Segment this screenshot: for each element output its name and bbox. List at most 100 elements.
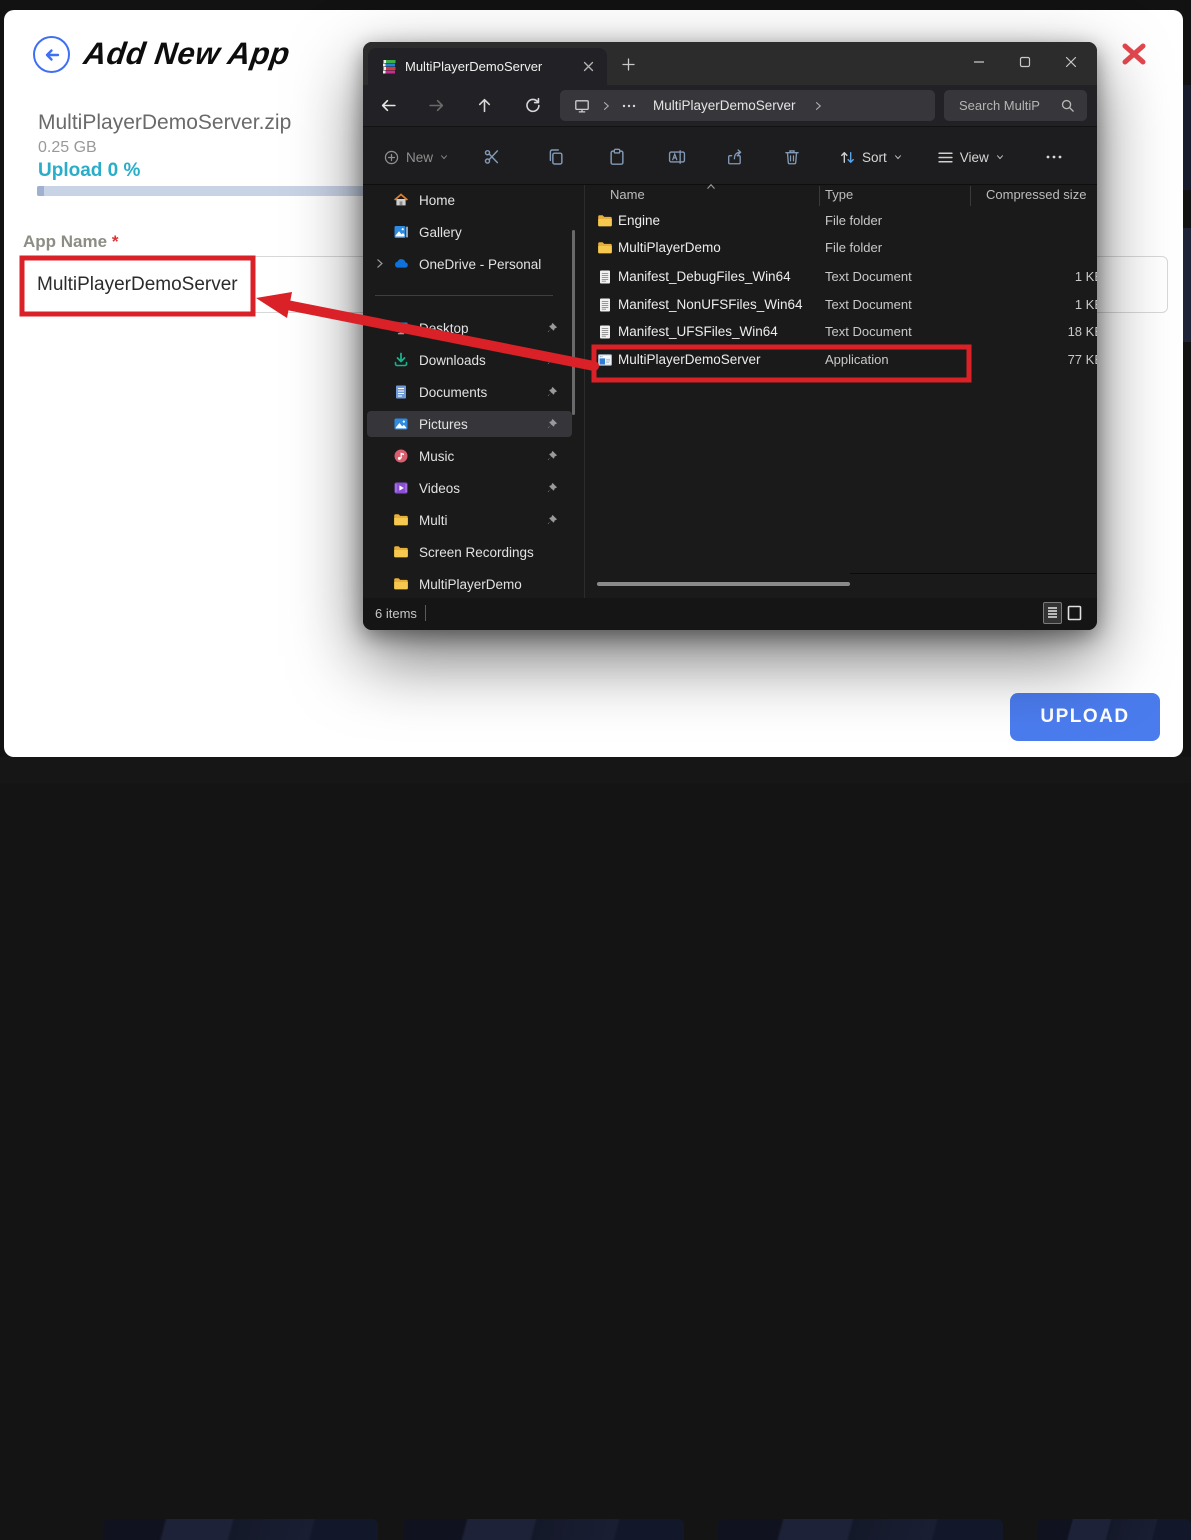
background-block [1183,85,1191,190]
nav-forward-icon[interactable] [428,97,445,114]
explorer-titlebar[interactable]: MultiPlayerDemoServer [363,42,1097,85]
sidebar-scrollbar[interactable] [572,230,575,415]
cut-button[interactable] [475,141,509,173]
more-options-button[interactable] [1037,141,1071,173]
sidebar-item-music[interactable]: Music [367,443,572,469]
downloads-icon [393,352,409,368]
onedrive-icon [393,256,409,272]
chevron-down-icon [893,152,903,162]
sidebar-item-multiplayerdemo[interactable]: MultiPlayerDemo [367,571,572,597]
column-divider[interactable] [819,186,820,206]
paste-button[interactable] [600,141,634,173]
status-divider [425,605,426,621]
sort-ascending-caret-icon [704,181,718,191]
refresh-icon[interactable] [524,97,541,114]
sidebar-item-documents[interactable]: Documents [367,379,572,405]
folder-icon [393,576,409,592]
view-icon [937,149,954,166]
horizontal-scrollbar[interactable] [597,582,850,586]
text-document-icon [597,269,613,285]
text-document-icon [597,297,613,313]
minimize-icon[interactable] [971,54,987,70]
nav-up-icon[interactable] [476,97,493,114]
explorer-tab[interactable]: MultiPlayerDemoServer [368,48,607,85]
upload-file-size: 0.25 GB [38,139,97,157]
music-icon [393,448,409,464]
new-button[interactable]: New [375,141,457,173]
gallery-icon [393,224,409,240]
pin-icon [546,514,558,526]
sidebar-item-screen-recordings[interactable]: Screen Recordings [367,539,572,565]
status-item-count: 6 items [375,606,417,621]
archive-app-icon [381,59,397,75]
back-button[interactable] [33,36,70,73]
sidebar-item-videos[interactable]: Videos [367,475,572,501]
file-row-manifest-debugfiles[interactable]: Manifest_DebugFiles_Win64 Text Document … [585,263,1097,291]
icons-view-button[interactable] [1065,602,1084,624]
thumbnail-view-icon [1065,602,1084,624]
this-pc-icon[interactable] [574,98,590,114]
file-row-engine[interactable]: Engine File folder [585,207,1097,235]
page-background-right [1183,0,1191,783]
text-document-icon [597,324,613,340]
breadcrumb-segment[interactable]: MultiPlayerDemoServer [653,98,796,113]
required-asterisk: * [112,232,119,251]
sidebar-item-downloads[interactable]: Downloads [367,347,572,373]
details-view-button[interactable] [1043,602,1062,624]
folder-icon [393,544,409,560]
desktop-icon [393,320,409,336]
column-header-name[interactable]: Name [610,187,645,202]
chevron-down-icon [995,152,1005,162]
sort-button[interactable]: Sort [831,141,911,173]
column-header-type[interactable]: Type [825,187,853,202]
sidebar-item-gallery[interactable]: Gallery [367,219,572,245]
upload-progress-fill [37,186,44,196]
rename-button[interactable] [660,141,694,173]
breadcrumb-ellipsis-icon[interactable] [621,100,637,112]
column-header-size[interactable]: Compressed size [986,187,1086,202]
breadcrumb-chevron-icon[interactable] [812,100,824,112]
sidebar-item-onedrive[interactable]: OneDrive - Personal [367,251,572,277]
pictures-icon [393,416,409,432]
tab-close-icon[interactable] [583,61,594,72]
new-tab-icon[interactable] [622,58,635,71]
view-button[interactable]: View [929,141,1013,173]
sidebar-item-desktop[interactable]: Desktop [367,315,572,341]
sort-icon [839,149,856,166]
breadcrumb-bar[interactable]: MultiPlayerDemoServer [560,90,935,121]
delete-button[interactable] [775,141,809,173]
file-row-multiplayerdemoserver-exe[interactable]: MultiPlayerDemoServer Application 77 KB [585,346,1097,374]
copy-button[interactable] [539,141,573,173]
search-icon[interactable] [1060,98,1075,113]
pin-icon [546,418,558,430]
new-plus-icon [383,149,400,166]
chevron-down-icon [439,152,449,162]
back-arrow-icon [42,45,62,65]
sidebar-item-multi[interactable]: Multi [367,507,572,533]
window-close-icon[interactable] [1063,54,1079,70]
nav-back-icon[interactable] [380,97,397,114]
file-row-multiplayerdemo[interactable]: MultiPlayerDemo File folder [585,234,1097,262]
file-row-manifest-ufsfiles[interactable]: Manifest_UFSFiles_Win64 Text Document 18… [585,318,1097,346]
rename-icon [668,148,686,166]
sidebar-item-home[interactable]: Home [367,187,572,213]
sort-button-label: Sort [862,150,887,165]
pin-icon [546,386,558,398]
pin-icon [546,482,558,494]
column-divider[interactable] [970,186,971,206]
sidebar-item-pictures[interactable]: Pictures [367,411,572,437]
explorer-body: Home Gallery OneDrive - Personal [363,185,1097,598]
upload-button[interactable]: UPLOAD [1010,693,1160,741]
page-background-top [0,0,1191,10]
explorer-toolbar: New [363,126,1097,185]
close-icon[interactable] [1119,39,1149,69]
file-row-manifest-nonufsfiles[interactable]: Manifest_NonUFSFiles_Win64 Text Document… [585,291,1097,319]
app-name-label: App Name * [23,232,118,252]
search-box[interactable]: Search MultiP [944,90,1087,121]
pin-icon [546,450,558,462]
list-view-icon [1044,603,1061,623]
maximize-icon[interactable] [1017,54,1033,70]
content-divider-line [850,573,1096,574]
search-placeholder: Search MultiP [959,98,1040,113]
share-button[interactable] [718,141,752,173]
